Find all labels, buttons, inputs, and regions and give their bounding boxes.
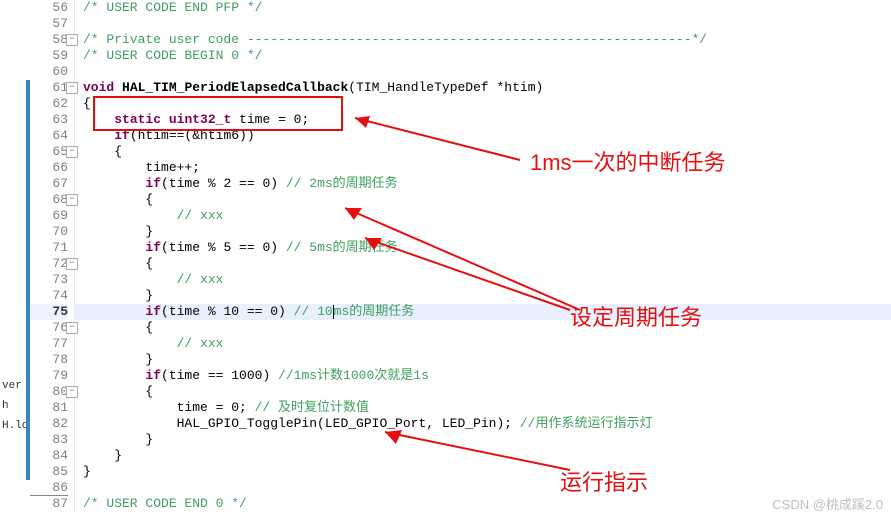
code-line: } (75, 352, 891, 368)
line-number: 74 (30, 288, 68, 304)
code-line: /* USER CODE END PFP */ (75, 0, 891, 16)
line-number: 87 (30, 496, 68, 512)
line-number: 73 (30, 272, 68, 288)
code-line: /* USER CODE BEGIN 0 */ (75, 48, 891, 64)
code-area[interactable]: /* USER CODE END PFP */ /* Private user … (75, 0, 891, 512)
code-editor[interactable]: ver h H.ld 56 57 58 59 60 61 62 63 64 65… (0, 0, 891, 512)
code-line: // xxx (75, 272, 891, 288)
line-number: 56 (30, 0, 68, 16)
line-number: 69 (30, 208, 68, 224)
code-line (75, 64, 891, 80)
code-line: } (75, 288, 891, 304)
line-number: 86 (30, 480, 68, 496)
code-line: if(time == 1000) //1ms计数1000次就是1s (75, 368, 891, 384)
code-line: { (75, 384, 891, 400)
line-number[interactable]: 61 (30, 80, 68, 96)
line-number: 62 (30, 96, 68, 112)
code-line (75, 16, 891, 32)
code-line: time++; (75, 160, 891, 176)
code-line: } (75, 432, 891, 448)
line-number: 63 (30, 112, 68, 128)
code-line-current: if(time % 10 == 0) // 10ms的周期任务 (75, 304, 891, 320)
code-line: { (75, 96, 891, 112)
line-number: 66 (30, 160, 68, 176)
line-number-current: 75 (30, 304, 68, 320)
code-line: } (75, 448, 891, 464)
line-number[interactable]: 76 (30, 320, 68, 336)
line-number: 81 (30, 400, 68, 416)
code-line: static uint32_t time = 0; (75, 112, 891, 128)
line-number[interactable]: 72 (30, 256, 68, 272)
line-number[interactable]: 65 (30, 144, 68, 160)
code-line: } (75, 464, 891, 480)
code-line: void HAL_TIM_PeriodElapsedCallback(TIM_H… (75, 80, 891, 96)
code-line (75, 480, 891, 496)
code-line: if(time % 2 == 0) // 2ms的周期任务 (75, 176, 891, 192)
line-number: 77 (30, 336, 68, 352)
code-line: } (75, 224, 891, 240)
line-number: 71 (30, 240, 68, 256)
line-number: 78 (30, 352, 68, 368)
line-number: 60 (30, 64, 68, 80)
code-line: // xxx (75, 336, 891, 352)
code-line: { (75, 192, 891, 208)
line-number-gutter[interactable]: 56 57 58 59 60 61 62 63 64 65 66 67 68 6… (30, 0, 75, 512)
line-number[interactable]: 68 (30, 192, 68, 208)
line-number: 64 (30, 128, 68, 144)
line-number: 85 (30, 464, 68, 480)
line-number: 84 (30, 448, 68, 464)
line-number: 59 (30, 48, 68, 64)
line-number: 79 (30, 368, 68, 384)
line-number[interactable]: 58 (30, 32, 68, 48)
code-line: time = 0; // 及时复位计数值 (75, 400, 891, 416)
code-line: /* USER CODE END 0 */ (75, 496, 891, 512)
code-line: /* Private user code -------------------… (75, 32, 891, 48)
code-line: if(htim==(&htim6)) (75, 128, 891, 144)
code-line: { (75, 144, 891, 160)
code-line: { (75, 256, 891, 272)
line-number: 82 (30, 416, 68, 432)
line-number: 67 (30, 176, 68, 192)
line-number: 70 (30, 224, 68, 240)
line-number[interactable]: 80 (30, 384, 68, 400)
code-line: { (75, 320, 891, 336)
code-line: if(time % 5 == 0) // 5ms的周期任务 (75, 240, 891, 256)
code-line: // xxx (75, 208, 891, 224)
line-number: 57 (30, 16, 68, 32)
line-number: 83 (30, 432, 68, 448)
watermark: CSDN @桃成蹊2.0 (772, 494, 883, 513)
code-line: HAL_GPIO_TogglePin(LED_GPIO_Port, LED_Pi… (75, 416, 891, 432)
